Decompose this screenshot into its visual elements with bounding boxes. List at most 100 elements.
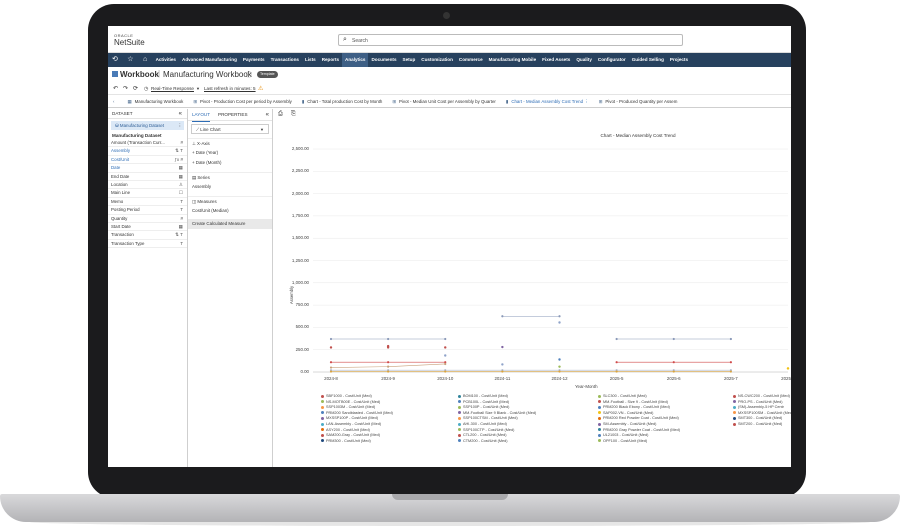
nav-item-guided-selling[interactable]: Guided Selling (629, 53, 667, 67)
field-quantity[interactable]: Quantity # (108, 215, 187, 223)
nav-item-lists[interactable]: Lists (302, 53, 319, 67)
xaxis-item-month[interactable]: + Date (Month) (188, 158, 272, 168)
nav-item-projects[interactable]: Projects (667, 53, 691, 67)
search-input[interactable]: ⌕ Search (338, 34, 683, 46)
chart-type-select[interactable]: ⟋ Line Chart ▼ (191, 124, 269, 134)
refresh-icon[interactable]: ⟳ (133, 85, 138, 92)
legend-item[interactable]: SSP1003M - Cost/Unit (Med) (321, 405, 441, 409)
field-memo[interactable]: Memo T (108, 198, 187, 207)
nav-item-transactions[interactable]: Transactions (268, 53, 302, 67)
legend-item[interactable]: SMT200 - Cost/Unit (Med) (733, 422, 791, 426)
nav-item-fixed-assets[interactable]: Fixed Assets (539, 53, 573, 67)
legend-item[interactable]: SLC300 - Cost/Unit (Med) (598, 394, 718, 398)
legend-item[interactable]: UL21003 - Cost/Unit (Med) (598, 433, 718, 437)
nav-item-quality[interactable]: Quality (573, 53, 595, 67)
field-end-date[interactable]: End Date ▦ (108, 173, 187, 181)
nav-item-reports[interactable]: Reports (319, 53, 342, 67)
legend-item[interactable]: LAN-Assembly - Cost/Unit (Med) (321, 422, 441, 426)
legend-item[interactable]: (SM)-Assembly-5 HP Centr (733, 405, 791, 409)
legend-item[interactable]: SSP100P - Cost/Unit (Med) (458, 405, 578, 409)
legend-item[interactable]: PRM200 Red Powder Coat - Cost/Unit (Med) (598, 416, 718, 420)
field-assembly[interactable]: Assembly ⇅ T (108, 147, 187, 156)
legend-item[interactable]: MM-Football - Size 9 - Cost/Unit (Med) (598, 400, 718, 404)
legend-item[interactable]: PCB100L - Cost/Unit (Med) (458, 400, 578, 404)
legend-item[interactable]: NS-MOTB00E - Cost/Unit (Med) (321, 400, 441, 404)
legend-item[interactable]: MXSSP100SM - Cost/Unit (Med) (733, 411, 791, 415)
tab-label: Pivot - Production Cost per period by As… (200, 99, 292, 104)
nav-item-payments[interactable]: Payments (240, 53, 268, 67)
legend-item[interactable]: PRO-PS - Cost/Unit (Med) (733, 400, 791, 404)
field-posting-period[interactable]: Posting Period T (108, 206, 187, 215)
chevron-down-icon[interactable]: ▼ (196, 86, 200, 91)
y-tick-label: 500.00 (295, 324, 309, 330)
field-cost-unit[interactable]: Cost/Unit ƒx # (108, 156, 187, 165)
tab-2[interactable]: ⊞ Pivot - Production Cost per period by A… (188, 95, 296, 107)
nav-item-customization[interactable]: Customization (418, 53, 456, 67)
tab-1[interactable]: ▦ Manufacturing Workbook (122, 95, 188, 107)
legend-item[interactable]: SSP100CTSM - Cost/Unit (Med) (458, 416, 578, 420)
legend-item[interactable]: SSP100CTP - Cost/Unit (Med) (458, 428, 578, 432)
undo-icon[interactable]: ↶ (113, 85, 118, 92)
nav-item-documents[interactable]: Documents (368, 53, 399, 67)
legend-item[interactable]: OPF100 - Cost/Unit (Med) (598, 439, 718, 443)
home-icon[interactable]: ⌂ (139, 53, 151, 67)
nav-item-setup[interactable]: Setup (400, 53, 419, 67)
legend-item[interactable]: AHI-300 - Cost/Unit (Med) (458, 422, 578, 426)
nav-item-activities[interactable]: Activities (153, 53, 179, 67)
field-transaction[interactable]: Transaction ⇅ T (108, 231, 187, 240)
legend-item[interactable]: PRM300 - Cost/Unit (Med) (321, 439, 441, 443)
kebab-icon[interactable]: ⋮ (178, 121, 182, 130)
legend-item[interactable]: SM-Assembly - Cost/Unit (Med) (598, 422, 718, 426)
dataset-button[interactable]: ⛁ Manufacturing Dataset ⋮ (111, 121, 184, 130)
field-transaction-type[interactable]: Transaction Type T (108, 240, 187, 249)
nav-item-configurator[interactable]: Configurator (595, 53, 629, 67)
measure-item-cost[interactable]: Cost/Unit (Median) (188, 206, 272, 216)
tab-5[interactable]: ▮ Chart - Median Assembly Cost Trend ⋮ (501, 95, 594, 107)
info-icon[interactable]: ⓘ (246, 70, 252, 79)
legend-item[interactable]: MXSSP100P - Cost/Unit (Med) (321, 416, 441, 420)
legend-item[interactable]: SMT300 - Cost/Unit (Med) (733, 416, 791, 420)
history-icon[interactable]: ⟲ (108, 53, 122, 67)
field-amount-transaction-curr[interactable]: Amount (Transaction Curr... # (108, 139, 187, 148)
field-main-line[interactable]: Main Line ☐ (108, 189, 187, 198)
tab-6[interactable]: ⊞ Pivot - Produced Quantity per Assem (594, 95, 683, 107)
field-location[interactable]: Location ♙ (108, 181, 187, 190)
legend-item[interactable]: PRM200 Gray Powder Coat - Cost/Unit (Med… (598, 428, 718, 432)
x-tick-label: 2024-12 (551, 376, 568, 381)
field-start-date[interactable]: Start Date ▦ (108, 223, 187, 232)
kebab-icon[interactable]: ⋮ (583, 99, 588, 104)
tab-4[interactable]: ⊞ Pivot - Median Unit Cost per Assembly b… (387, 95, 501, 107)
collapse-icon[interactable]: « (266, 109, 269, 121)
series-item-assembly[interactable]: Assembly (188, 182, 272, 192)
create-calculated-measure-button[interactable]: Create Calculated Measure (188, 219, 272, 229)
last-refresh[interactable]: Last refresh in minutes: 5 (204, 86, 256, 91)
dataset-header: DATASET « (108, 109, 187, 119)
legend-item[interactable]: SAM200-Gray - Cost/Unit (Med) (321, 433, 441, 437)
legend-item[interactable]: PRM200 Sandblasted - Cost/Unit (Med) (321, 411, 441, 415)
nav-item-commerce[interactable]: Commerce (456, 53, 486, 67)
xaxis-item-year[interactable]: + Date (Year) (188, 148, 272, 158)
legend-item[interactable]: ASY200 - Cost/Unit (Med) (321, 428, 441, 432)
tabs-scroll-left[interactable]: ‹ (108, 95, 122, 107)
tab-3[interactable]: ▮ Chart - Total production Cost by Month (297, 95, 388, 107)
field-date[interactable]: Date ▦ (108, 164, 187, 173)
legend-item[interactable]: CTM200 - Cost/Unit (Med) (458, 439, 578, 443)
response-mode[interactable]: Real-Time Response (151, 86, 194, 91)
nav-item-analytics[interactable]: Analytics (342, 53, 369, 67)
redo-icon[interactable]: ↷ (123, 85, 128, 92)
data-point (329, 346, 333, 349)
nav-item-manufacturing-mobile[interactable]: Manufacturing Mobile (486, 53, 539, 67)
legend-item[interactable]: SAP002-VN - Cost/Unit (Med) (598, 411, 718, 415)
tab-layout[interactable]: LAYOUT (192, 109, 211, 122)
tab-properties[interactable]: PROPERTIES (218, 109, 248, 121)
nav-item-advanced-manufacturing[interactable]: Advanced Manufacturing (179, 53, 240, 67)
collapse-icon[interactable]: « (179, 109, 182, 119)
netsuite-logo-text[interactable]: NetSuite (114, 38, 145, 47)
star-icon[interactable]: ☆ (123, 53, 137, 67)
legend-item[interactable]: MM-Football Size 9 Blank - Cost/Unit (Me… (458, 411, 578, 415)
legend-item[interactable]: CTL200 - Cost/Unit (Med) (458, 433, 578, 437)
legend-item[interactable]: SBF1000 - Cost/Unit (Med) (321, 394, 441, 398)
legend-item[interactable]: NS-CWC200 - Cost/Unit (Med) (733, 394, 791, 398)
legend-item[interactable]: PRM200 Black Ebony - Cost/Unit (Med) (598, 405, 718, 409)
legend-item[interactable]: BOM100 - Cost/Unit (Med) (458, 394, 578, 398)
